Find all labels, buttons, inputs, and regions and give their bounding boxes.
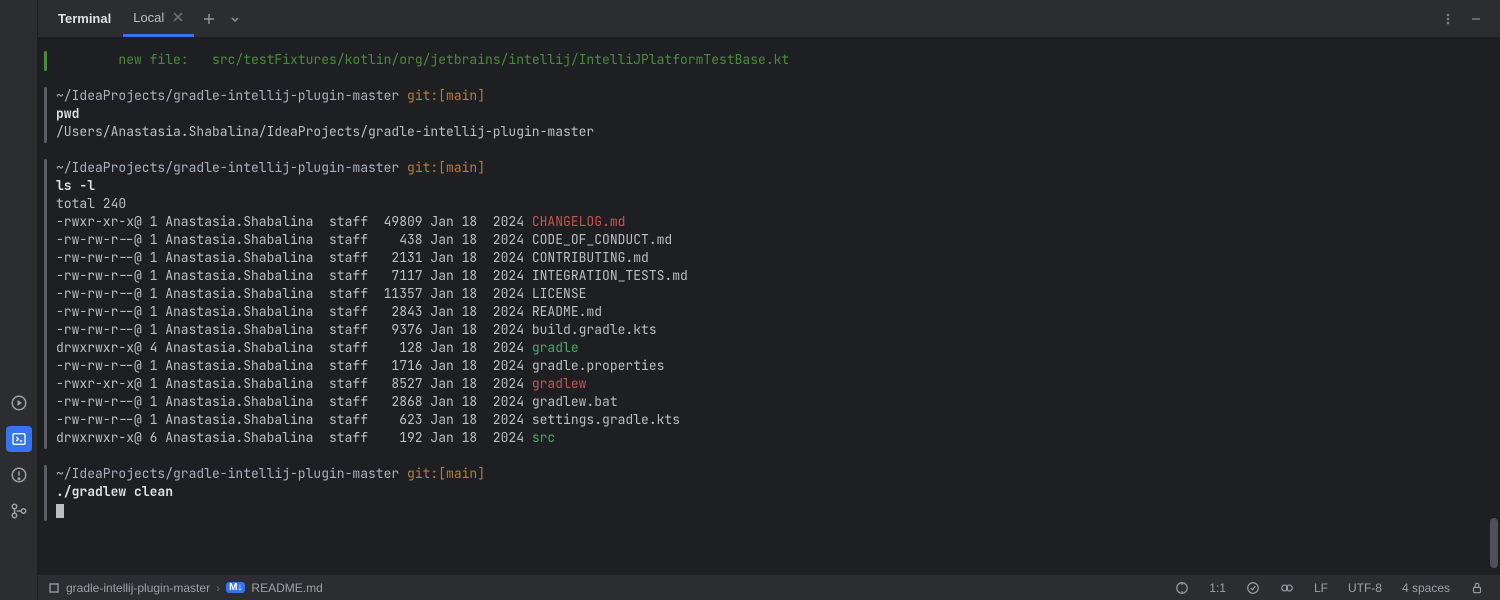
file-name: README.md [251, 581, 322, 595]
chevron-down-icon[interactable] [224, 8, 246, 30]
code-with-me-icon[interactable] [1274, 581, 1300, 595]
encoding[interactable]: UTF-8 [1342, 581, 1388, 595]
tab-label: Local [133, 10, 164, 25]
close-icon[interactable] [172, 11, 184, 23]
ls-block: ~/IdeaProjects/gradle-intellij-plugin-ma… [44, 155, 1494, 453]
add-tab-button[interactable] [198, 8, 220, 30]
hide-icon[interactable] [1464, 7, 1488, 31]
cursor [56, 504, 64, 518]
indent[interactable]: 4 spaces [1396, 581, 1456, 595]
terminal-output[interactable]: new file: src/testFixtures/kotlin/org/je… [38, 38, 1500, 574]
terminal-icon[interactable] [6, 426, 32, 452]
markdown-badge: M↓ [226, 582, 245, 593]
pwd-block: ~/IdeaProjects/gradle-intellij-plugin-ma… [44, 83, 1494, 147]
services-icon[interactable] [6, 390, 32, 416]
vcs-icon[interactable] [6, 498, 32, 524]
scrollbar-thumb[interactable] [1490, 518, 1498, 568]
gradlew-block: ~/IdeaProjects/gradle-intellij-plugin-ma… [44, 461, 1494, 525]
git-status-block: new file: src/testFixtures/kotlin/org/je… [44, 47, 1494, 75]
caret-position[interactable]: 1:1 [1203, 581, 1232, 595]
status-bar: gradle-intellij-plugin-master › M↓ READM… [38, 574, 1500, 600]
panel-title: Terminal [50, 11, 119, 26]
updates-icon[interactable] [1169, 581, 1195, 595]
terminal-tab-bar: Terminal Local [38, 0, 1500, 38]
breadcrumb[interactable]: gradle-intellij-plugin-master › M↓ READM… [48, 581, 323, 595]
inspections-icon[interactable] [1240, 581, 1266, 595]
project-name: gradle-intellij-plugin-master [66, 581, 210, 595]
more-icon[interactable] [1436, 7, 1460, 31]
lock-icon[interactable] [1464, 581, 1490, 595]
left-tool-rail [0, 0, 38, 600]
main-area: Terminal Local new file: src/testFixture… [38, 0, 1500, 600]
tab-local[interactable]: Local [123, 1, 194, 37]
scrollbar[interactable] [1488, 38, 1498, 574]
line-separator[interactable]: LF [1308, 581, 1334, 595]
module-icon [48, 582, 60, 594]
problems-icon[interactable] [6, 462, 32, 488]
